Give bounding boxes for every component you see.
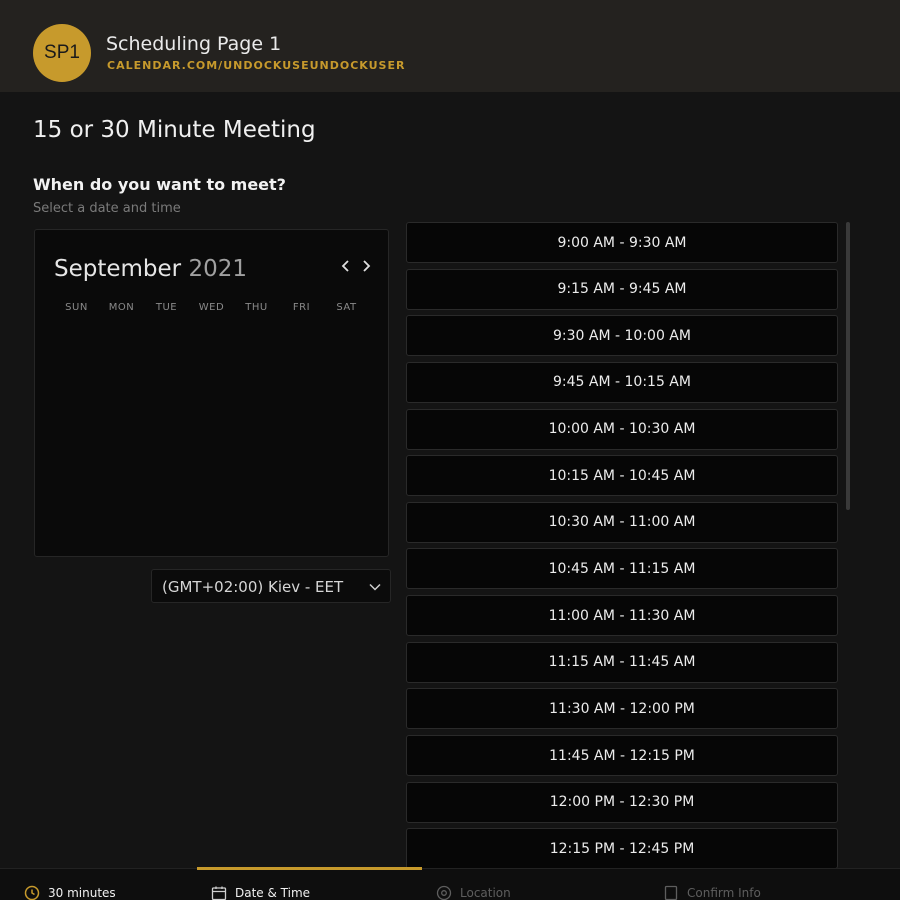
- chevron-right-icon: [363, 260, 371, 272]
- avatar: SP1: [33, 24, 91, 82]
- time-slot-list[interactable]: 9:00 AM - 9:30 AM 9:15 AM - 9:45 AM 9:30…: [406, 222, 842, 868]
- time-slot[interactable]: 12:00 PM - 12:30 PM: [406, 781, 838, 823]
- time-slot[interactable]: 11:00 AM - 11:30 AM: [406, 595, 838, 637]
- step-label: Location: [460, 886, 511, 900]
- location-icon: [436, 885, 452, 900]
- step-duration: 30 minutes: [24, 885, 116, 900]
- weekday-label: THU: [245, 302, 268, 313]
- weekday-header: SUN MON TUE WED THU FRI SAT: [54, 302, 369, 313]
- step-confirm-info[interactable]: Confirm Info: [663, 885, 761, 900]
- time-slot[interactable]: 10:30 AM - 11:00 AM: [406, 501, 838, 543]
- timezone-select[interactable]: (GMT+02:00) Kiev - EET: [151, 569, 391, 603]
- calendar-month: September: [54, 256, 182, 282]
- chevron-down-icon: [369, 583, 381, 591]
- calendar-icon: [211, 886, 227, 900]
- page-header: SP1 Scheduling Page 1 CALENDAR.COM/UNDOC…: [0, 0, 900, 92]
- step-label: Confirm Info: [687, 886, 761, 900]
- time-slot[interactable]: 9:45 AM - 10:15 AM: [406, 361, 838, 403]
- calendar: September 2021 SUN MON TUE WED THU FRI S…: [34, 229, 389, 557]
- time-slot[interactable]: 12:15 PM - 12:45 PM: [406, 828, 838, 868]
- meeting-title: 15 or 30 Minute Meeting: [33, 117, 316, 143]
- step-date-time[interactable]: Date & Time: [211, 885, 310, 900]
- time-slot[interactable]: 10:45 AM - 11:15 AM: [406, 548, 838, 590]
- step-location[interactable]: Location: [436, 885, 511, 900]
- active-step-indicator: [197, 867, 422, 870]
- step-footer: 30 minutes Date & Time Location Confirm …: [0, 867, 900, 900]
- time-slot[interactable]: 11:15 AM - 11:45 AM: [406, 641, 838, 683]
- weekday-label: SAT: [336, 302, 357, 313]
- chevron-left-icon: [341, 260, 349, 272]
- clock-icon: [24, 885, 40, 900]
- calendar-year: 2021: [188, 256, 247, 282]
- time-slot[interactable]: 9:30 AM - 10:00 AM: [406, 315, 838, 357]
- weekday-label: WED: [198, 302, 225, 313]
- meeting-question: When do you want to meet?: [33, 175, 286, 194]
- scheduling-page-url[interactable]: CALENDAR.COM/UNDOCKUSEUNDOCKUSER: [107, 59, 405, 72]
- time-slot-scrollbar[interactable]: [846, 222, 850, 510]
- step-label: 30 minutes: [48, 886, 116, 900]
- step-label: Date & Time: [235, 886, 311, 900]
- time-slot[interactable]: 9:00 AM - 9:30 AM: [406, 222, 838, 263]
- time-slot[interactable]: 11:45 AM - 12:15 PM: [406, 735, 838, 777]
- previous-month-button[interactable]: [337, 256, 355, 276]
- next-month-button[interactable]: [357, 256, 375, 276]
- time-slot[interactable]: 10:00 AM - 10:30 AM: [406, 408, 838, 450]
- time-slot[interactable]: 11:30 AM - 12:00 PM: [406, 688, 838, 730]
- document-icon: [664, 885, 678, 900]
- timezone-value: (GMT+02:00) Kiev - EET: [162, 578, 344, 596]
- calendar-month-label: September 2021: [54, 256, 247, 282]
- meeting-subtitle: Select a date and time: [33, 201, 181, 216]
- time-slot[interactable]: 9:15 AM - 9:45 AM: [406, 268, 838, 310]
- scheduling-page-title: Scheduling Page 1: [106, 33, 282, 55]
- weekday-label: TUE: [155, 302, 178, 313]
- weekday-label: SUN: [65, 302, 88, 313]
- weekday-label: FRI: [292, 302, 311, 313]
- time-slot[interactable]: 10:15 AM - 10:45 AM: [406, 455, 838, 497]
- weekday-label: MON: [108, 302, 135, 313]
